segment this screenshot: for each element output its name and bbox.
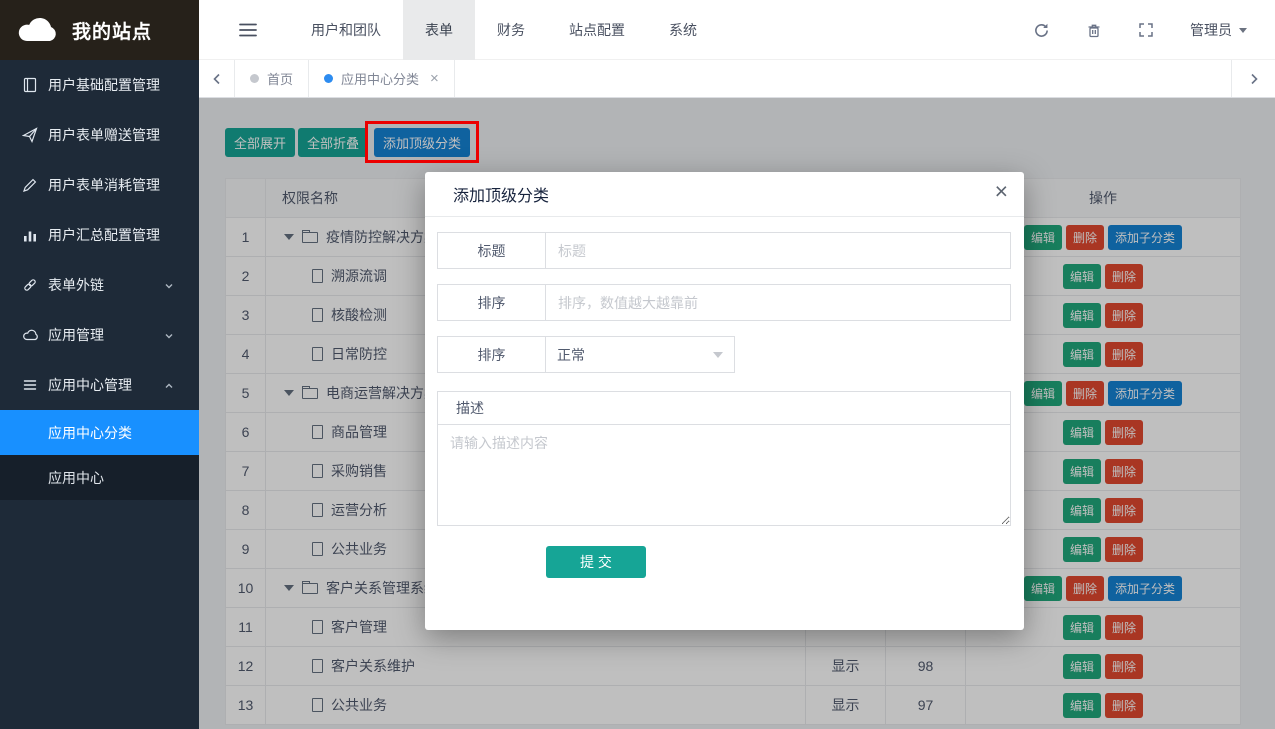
tabs-scroll-left-icon[interactable] — [199, 60, 235, 97]
tags-nav-bar: 首页 应用中心分类 × — [199, 60, 1275, 98]
site-name: 我的站点 — [72, 17, 152, 44]
sidebar-item-app-management[interactable]: 应用管理 — [0, 310, 199, 360]
chevron-up-icon — [163, 379, 185, 395]
bar-chart-icon — [22, 227, 38, 243]
tab-home-label: 首页 — [267, 69, 293, 88]
cloud-icon — [22, 327, 38, 343]
sidebar-item-user-summary[interactable]: 用户汇总配置管理 — [0, 210, 199, 260]
close-icon[interactable]: × — [995, 180, 1008, 203]
description-group: 描述 — [437, 391, 1011, 526]
sidebar-item-label: 用户汇总配置管理 — [48, 225, 160, 245]
tab-home[interactable]: 首页 — [235, 60, 309, 97]
sidebar-item-form-external-link[interactable]: 表单外链 — [0, 260, 199, 310]
modal-body: 标题 排序 排序 正常 描述 提 交 — [425, 217, 1024, 578]
chevron-down-icon — [163, 329, 185, 345]
sidebar-item-form-gift[interactable]: 用户表单赠送管理 — [0, 110, 199, 160]
tabs-scroll-right-icon[interactable] — [1231, 60, 1275, 97]
sidebar-item-user-base-config[interactable]: 用户基础配置管理 — [0, 60, 199, 110]
main-content: 全部展开 全部折叠 添加顶级分类 权限名称 操作 1疫情防控 — [199, 98, 1275, 729]
sidebar-item-app-center-category[interactable]: 应用中心分类 — [0, 410, 199, 455]
chevron-down-icon — [163, 279, 185, 295]
cloud-logo-icon — [16, 16, 62, 44]
site-logo[interactable]: 我的站点 — [0, 0, 199, 60]
modal-header: 添加顶级分类 × — [425, 172, 1024, 217]
sort-field-label: 排序 — [437, 284, 545, 321]
book-icon — [22, 77, 38, 93]
tab-close-icon[interactable]: × — [430, 71, 439, 86]
user-menu[interactable]: 管理员 — [1190, 20, 1247, 40]
menu-list-icon — [22, 377, 38, 393]
nav-item-site-config[interactable]: 站点配置 — [547, 0, 647, 60]
nav-item-users-teams[interactable]: 用户和团队 — [289, 0, 403, 60]
nav-item-finance[interactable]: 财务 — [475, 0, 547, 60]
page: 我的站点 用户和团队 表单 财务 站点配置 系统 — [0, 0, 1275, 729]
sidebar-item-label: 用户表单赠送管理 — [48, 125, 160, 145]
modal-title: 添加顶级分类 — [453, 182, 549, 206]
title-field-label: 标题 — [437, 232, 545, 269]
description-label: 描述 — [438, 392, 1010, 425]
tab-dot-icon — [324, 74, 333, 83]
sidebar: 用户基础配置管理 用户表单赠送管理 用户表单消耗管理 用户汇总配置管理 表单外链 — [0, 60, 199, 729]
title-input[interactable] — [545, 232, 1011, 269]
nav-item-system[interactable]: 系统 — [647, 0, 719, 60]
sidebar-item-label: 用户表单消耗管理 — [48, 175, 160, 195]
sidebar-item-label: 用户基础配置管理 — [48, 75, 160, 95]
sidebar-item-form-consume[interactable]: 用户表单消耗管理 — [0, 160, 199, 210]
tab-dot-icon — [250, 74, 259, 83]
chevron-down-icon — [1239, 28, 1247, 37]
tab-current-label: 应用中心分类 — [341, 69, 419, 88]
sort-input[interactable] — [545, 284, 1011, 321]
trash-icon[interactable] — [1086, 22, 1102, 39]
status-select-value: 正常 — [557, 345, 585, 365]
sidebar-item-label: 应用中心管理 — [48, 375, 132, 395]
description-textarea[interactable] — [438, 425, 1010, 525]
sidebar-item-app-center[interactable]: 应用中心 — [0, 455, 199, 500]
sidebar-item-label: 应用管理 — [48, 325, 104, 345]
add-top-category-modal: 添加顶级分类 × 标题 排序 排序 正常 — [425, 172, 1024, 630]
refresh-icon[interactable] — [1033, 22, 1050, 39]
sidebar-item-app-center-management[interactable]: 应用中心管理 — [0, 360, 199, 410]
sidebar-item-label: 表单外链 — [48, 275, 104, 295]
chevron-down-icon — [713, 352, 723, 363]
header-actions: 管理员 — [1033, 0, 1247, 60]
fullscreen-icon[interactable] — [1138, 22, 1154, 38]
collapse-sidebar-icon[interactable] — [239, 22, 257, 43]
status-select[interactable]: 正常 — [545, 336, 735, 373]
top-nav-list: 用户和团队 表单 财务 站点配置 系统 — [289, 0, 719, 60]
click-annotation-box — [365, 121, 479, 163]
send-icon — [22, 127, 38, 143]
open-tabs: 首页 应用中心分类 × — [235, 60, 455, 97]
link-icon — [22, 277, 38, 293]
status-field-label: 排序 — [437, 336, 545, 373]
nav-item-forms[interactable]: 表单 — [403, 0, 475, 60]
pen-icon — [22, 177, 38, 193]
sidebar-submenu: 应用中心分类 应用中心 — [0, 410, 199, 500]
top-nav: 用户和团队 表单 财务 站点配置 系统 — [199, 0, 1275, 60]
tab-app-center-category[interactable]: 应用中心分类 × — [309, 60, 455, 97]
submit-button[interactable]: 提 交 — [546, 546, 646, 578]
user-name: 管理员 — [1190, 20, 1232, 40]
